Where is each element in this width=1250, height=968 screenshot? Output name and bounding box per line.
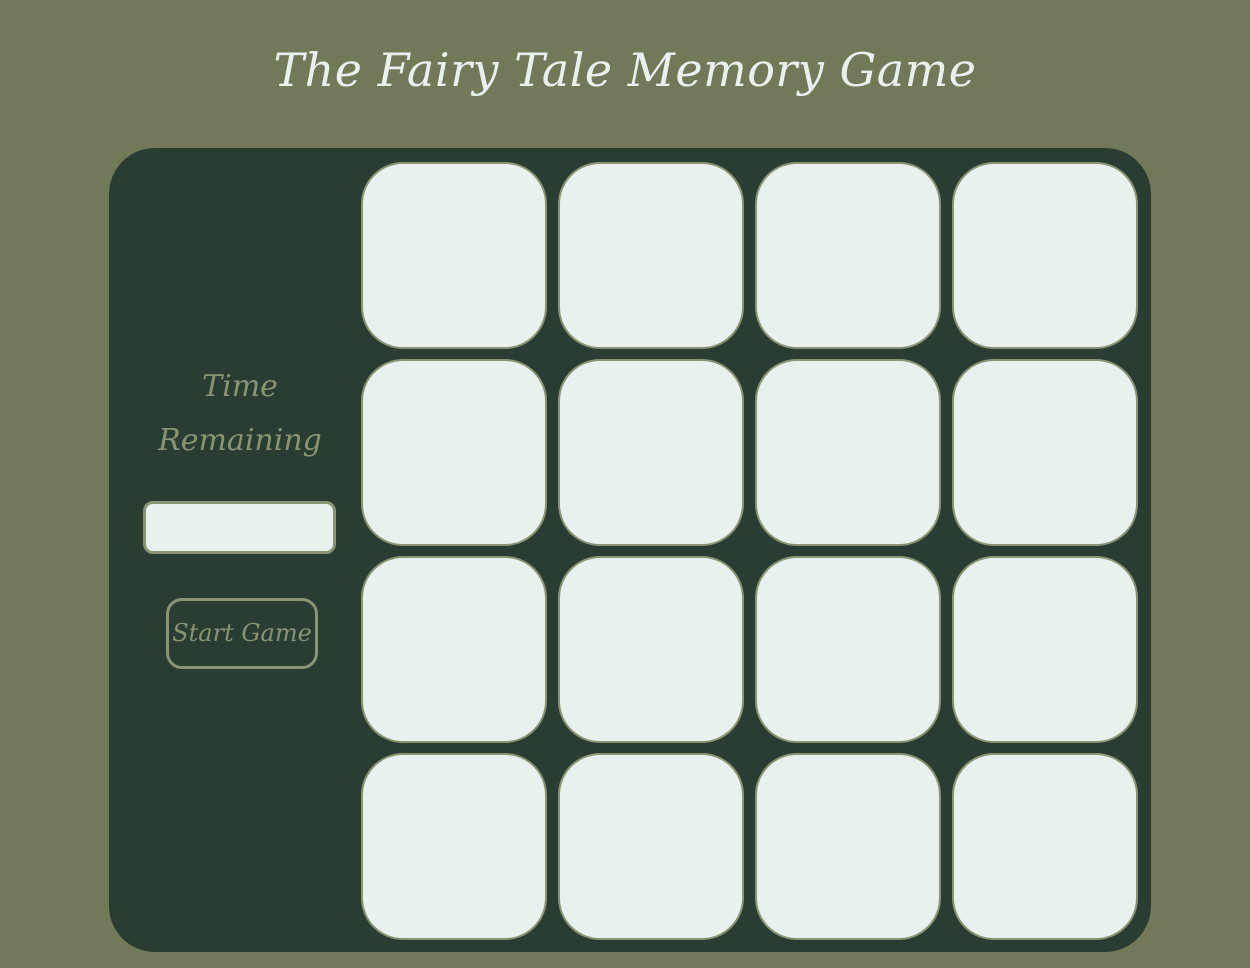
timer-display — [143, 501, 336, 554]
page-title: The Fairy Tale Memory Game — [273, 43, 977, 97]
memory-card[interactable] — [755, 359, 941, 546]
memory-card[interactable] — [361, 753, 547, 940]
card-grid — [361, 162, 1139, 941]
memory-card[interactable] — [952, 359, 1138, 546]
memory-card[interactable] — [558, 162, 744, 349]
memory-card[interactable] — [952, 753, 1138, 940]
memory-card[interactable] — [361, 359, 547, 546]
start-game-button[interactable]: Start Game — [166, 598, 318, 669]
memory-card[interactable] — [558, 359, 744, 546]
memory-card[interactable] — [361, 556, 547, 743]
memory-card[interactable] — [952, 556, 1138, 743]
memory-card[interactable] — [755, 162, 941, 349]
memory-card[interactable] — [558, 556, 744, 743]
time-remaining-label: Time Remaining — [158, 369, 322, 458]
memory-card[interactable] — [755, 556, 941, 743]
memory-card[interactable] — [952, 162, 1138, 349]
memory-card[interactable] — [755, 753, 941, 940]
game-panel: Time Remaining Start Game — [109, 148, 1151, 952]
sidebar: Time Remaining Start Game — [109, 148, 361, 952]
memory-card[interactable] — [558, 753, 744, 940]
memory-card[interactable] — [361, 162, 547, 349]
